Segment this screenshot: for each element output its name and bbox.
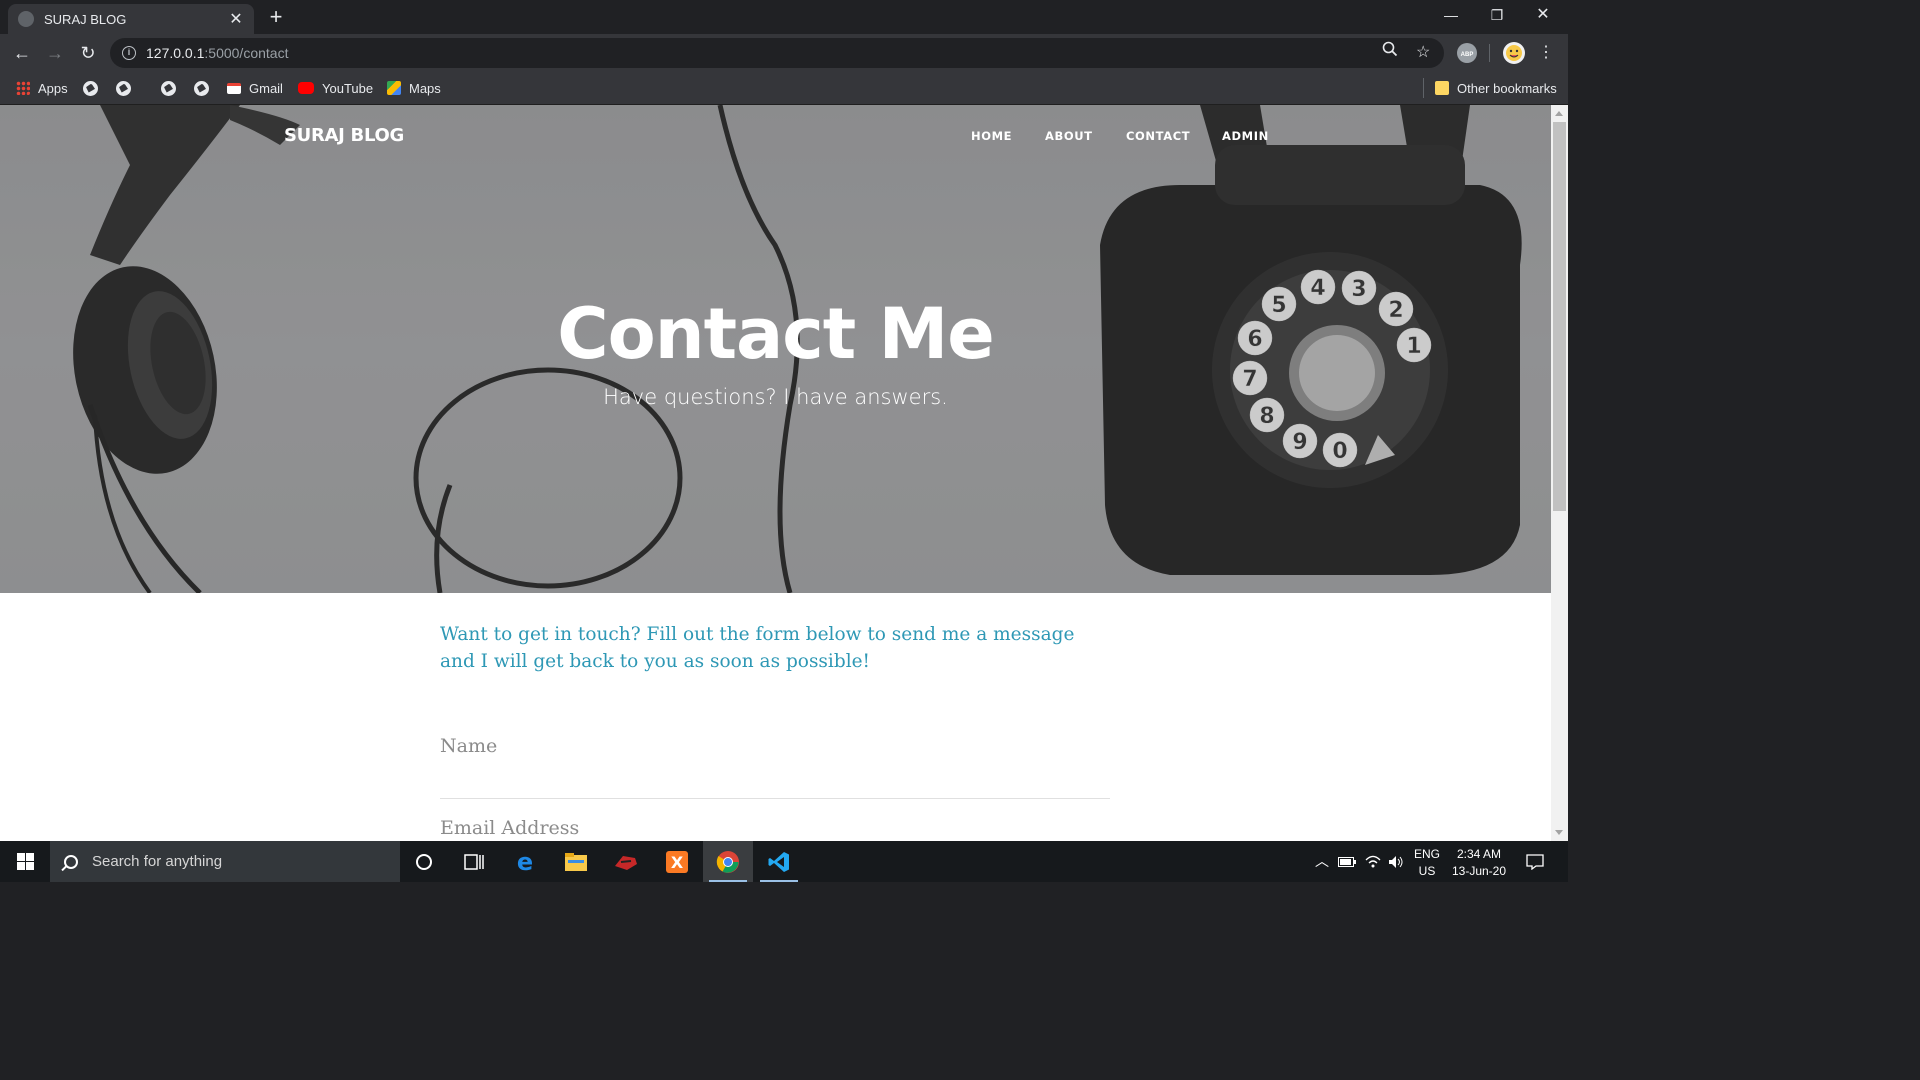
bookmark-gmail[interactable]: Gmail	[227, 78, 283, 98]
name-field-group	[440, 717, 1110, 799]
bookmark-label: Other bookmarks	[1457, 80, 1557, 96]
page-subtitle: Have questions? I have answers.	[603, 385, 948, 409]
contact-section: Want to get in touch? Fill out the form …	[440, 621, 1110, 841]
nav-contact[interactable]: CONTACT	[1126, 129, 1190, 143]
svg-text:X: X	[671, 853, 684, 872]
svg-text:e: e	[517, 850, 533, 874]
page-scrollbar[interactable]	[1551, 105, 1568, 841]
back-button[interactable]: ←	[11, 42, 33, 64]
globe-icon	[161, 80, 176, 96]
bookmark-label: YouTube	[322, 80, 374, 96]
forward-button[interactable]: →	[44, 42, 66, 64]
bookmark-globe-3[interactable]	[161, 78, 176, 98]
action-center-icon[interactable]	[1520, 841, 1550, 882]
toolbar-divider	[1489, 44, 1490, 62]
zoom-icon[interactable]	[1382, 38, 1398, 68]
bookmark-label: Gmail	[249, 80, 283, 96]
wifi-icon[interactable]	[1362, 841, 1384, 882]
info-icon[interactable]: i	[122, 46, 136, 60]
bookmark-label: Apps	[38, 80, 68, 96]
language-code: ENG	[1413, 847, 1440, 861]
tray-expand-icon[interactable]: ︿	[1312, 841, 1332, 882]
page-viewport: 4 3 2 1 5 6 7 8 9 0 SURAJ BLOG HOME ABOU…	[0, 105, 1551, 841]
clock-time: 2:34 AM	[1456, 847, 1502, 861]
file-explorer-icon[interactable]	[551, 841, 601, 882]
language-indicator[interactable]: ENG US	[1410, 841, 1444, 882]
contact-form	[440, 717, 1110, 841]
nav-admin[interactable]: ADMIN	[1222, 129, 1269, 143]
bookmark-globe-1[interactable]	[83, 78, 98, 98]
maps-icon	[387, 81, 401, 95]
globe-icon	[83, 80, 98, 96]
reload-button[interactable]: ↻	[77, 42, 99, 64]
windows-taskbar: Search for anything e X ︿ ENG US 2:34 AM	[0, 841, 1568, 882]
globe-icon	[116, 80, 131, 96]
chrome-taskbar-icon[interactable]	[703, 841, 753, 882]
close-window-button[interactable]: ✕	[1520, 0, 1566, 32]
email-field-group	[440, 799, 1110, 841]
youtube-icon	[298, 82, 314, 94]
name-input[interactable]	[440, 735, 1110, 757]
cortana-icon[interactable]	[399, 841, 449, 882]
game-app-icon[interactable]	[601, 841, 651, 882]
restore-button[interactable]: ❐	[1474, 0, 1520, 32]
nav-about[interactable]: ABOUT	[1045, 129, 1093, 143]
menu-icon[interactable]: ⋮	[1535, 42, 1557, 64]
clock-date: 13-Jun-20	[1451, 864, 1507, 878]
tab-title: SURAJ BLOG	[44, 11, 127, 27]
bookmarks-bar: Apps Gmail YouTube Maps Other bookmarks	[0, 72, 1568, 105]
bookmark-apps[interactable]: Apps	[16, 78, 68, 98]
adblock-icon[interactable]: ABP	[1457, 43, 1477, 63]
running-indicator	[760, 880, 798, 882]
new-tab-button[interactable]: +	[264, 6, 288, 30]
globe-icon	[194, 80, 209, 96]
taskbar-search-placeholder: Search for anything	[92, 853, 223, 870]
profile-avatar-icon[interactable]	[1503, 42, 1525, 64]
svg-text:ABP: ABP	[1461, 52, 1474, 58]
bookmark-other[interactable]: Other bookmarks	[1435, 78, 1557, 98]
scroll-down-icon[interactable]	[1555, 830, 1563, 835]
minimize-button[interactable]: —	[1428, 0, 1474, 32]
bookmarks-divider	[1423, 78, 1424, 98]
nav-home[interactable]: HOME	[971, 129, 1012, 143]
search-icon	[64, 854, 78, 869]
start-button[interactable]	[0, 841, 50, 882]
vscode-icon[interactable]	[754, 841, 804, 882]
scrollbar-thumb[interactable]	[1553, 122, 1566, 511]
page-title: Contact Me	[557, 293, 994, 375]
address-bar[interactable]: i 127.0.0.1:5000/contact ☆	[110, 38, 1444, 68]
battery-icon[interactable]	[1336, 841, 1358, 882]
bookmark-label: Maps	[409, 80, 441, 96]
contact-intro: Want to get in touch? Fill out the form …	[440, 624, 1075, 672]
volume-icon[interactable]	[1385, 841, 1407, 882]
active-indicator	[709, 880, 747, 882]
site-brand[interactable]: SURAJ BLOG	[284, 125, 404, 146]
clock[interactable]: 2:34 AM 13-Jun-20	[1448, 841, 1510, 882]
apps-grid-icon	[16, 81, 30, 95]
globe-icon	[18, 11, 34, 27]
xampp-icon[interactable]: X	[652, 841, 702, 882]
browser-titlebar: SURAJ BLOG ✕ + — ❐ ✕	[0, 0, 1568, 34]
gmail-icon	[227, 82, 241, 94]
windows-logo-icon	[16, 853, 34, 870]
hero-header: 4 3 2 1 5 6 7 8 9 0 SURAJ BLOG HOME ABOU…	[0, 105, 1551, 593]
url-host: 127.0.0.1	[146, 45, 205, 61]
bookmark-globe-4[interactable]	[194, 78, 209, 98]
region-code: US	[1418, 864, 1436, 878]
browser-tab[interactable]: SURAJ BLOG ✕	[8, 4, 254, 34]
folder-icon	[1435, 81, 1449, 95]
scroll-up-icon[interactable]	[1555, 111, 1563, 116]
email-input[interactable]	[440, 817, 1110, 839]
bookmark-youtube[interactable]: YouTube	[298, 78, 373, 98]
url-path: :5000/contact	[204, 45, 289, 61]
bookmark-star-icon[interactable]: ☆	[1416, 38, 1430, 68]
bookmark-globe-2[interactable]	[116, 78, 131, 98]
bookmark-maps[interactable]: Maps	[387, 78, 441, 98]
edge-icon[interactable]: e	[500, 841, 550, 882]
task-view-icon[interactable]	[449, 841, 499, 882]
browser-toolbar: ← → ↻ i 127.0.0.1:5000/contact ☆ ABP ⋮	[0, 34, 1568, 72]
close-tab-icon[interactable]: ✕	[228, 9, 244, 29]
taskbar-search[interactable]: Search for anything	[50, 841, 400, 882]
